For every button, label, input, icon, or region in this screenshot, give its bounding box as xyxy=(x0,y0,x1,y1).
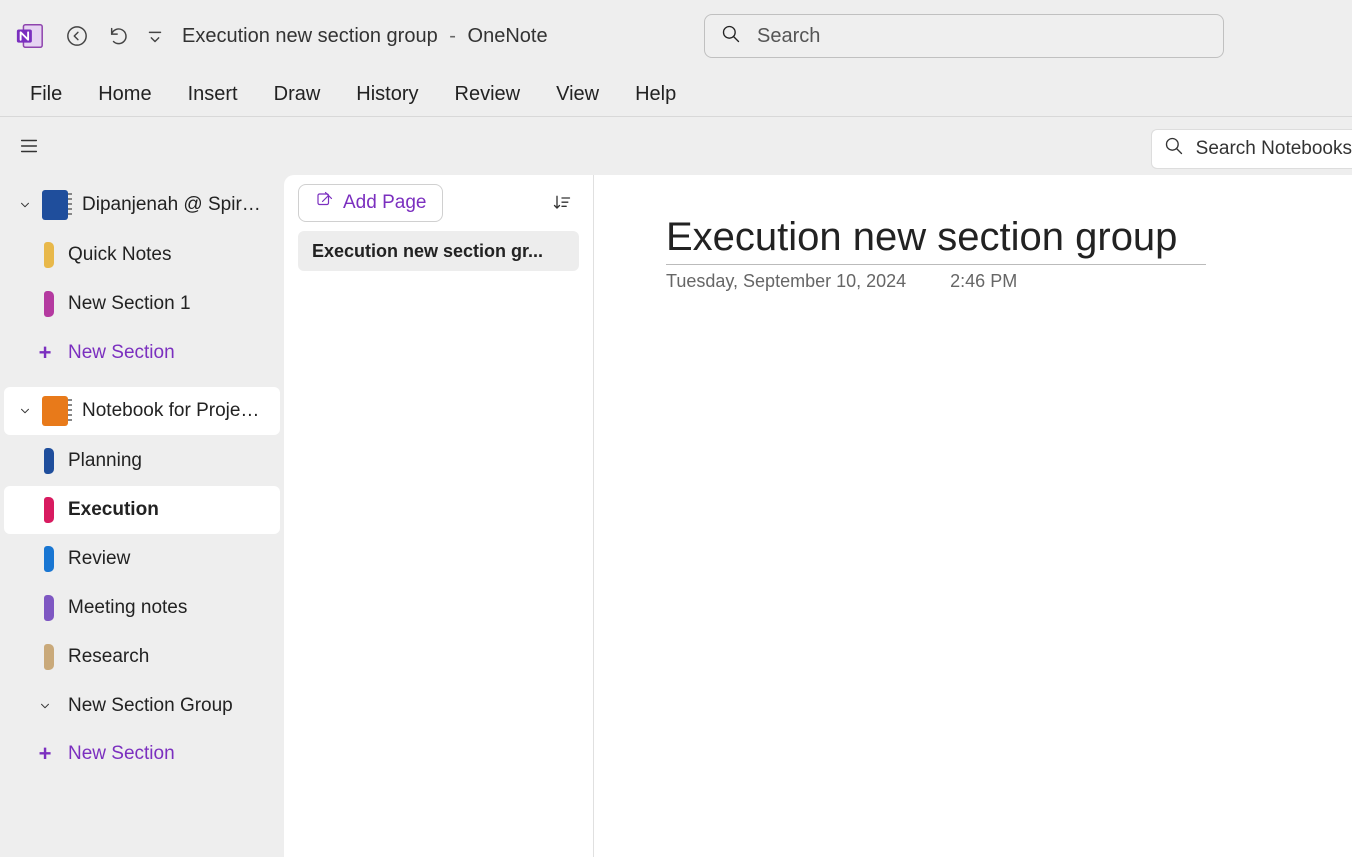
section-item-execution[interactable]: Execution xyxy=(4,486,280,534)
page-item-label: Execution new section gr... xyxy=(312,241,543,262)
sub-toolbar: Search Notebooks xyxy=(0,117,1352,175)
section-label: Planning xyxy=(68,450,142,472)
ribbon-tab-history[interactable]: History xyxy=(356,83,418,106)
ribbon-tab-review[interactable]: Review xyxy=(455,83,521,106)
title-separator: - xyxy=(449,25,456,47)
search-icon xyxy=(1164,136,1184,162)
search-icon xyxy=(721,24,741,49)
notebook-label: Notebook for Project A xyxy=(82,400,262,422)
section-label: Review xyxy=(68,548,130,570)
page-item[interactable]: Execution new section gr... xyxy=(298,231,579,271)
page-date: Tuesday, September 10, 2024 xyxy=(666,271,906,292)
page-meta: Tuesday, September 10, 2024 2:46 PM xyxy=(666,271,1352,292)
section-color-tab xyxy=(44,497,54,523)
section-label: Research xyxy=(68,646,149,668)
section-item-quick-notes[interactable]: Quick Notes xyxy=(4,231,280,279)
ribbon-tab-draw[interactable]: Draw xyxy=(274,83,321,106)
back-button[interactable] xyxy=(56,15,98,57)
navigation-toggle-button[interactable] xyxy=(8,125,50,167)
search-notebooks-button[interactable]: Search Notebooks xyxy=(1151,129,1352,169)
section-label: Meeting notes xyxy=(68,597,187,619)
chevron-down-icon[interactable] xyxy=(14,404,36,418)
plus-icon: + xyxy=(34,743,56,765)
section-color-tab xyxy=(44,546,54,572)
section-label: Execution xyxy=(68,499,159,521)
onenote-app-icon xyxy=(14,20,46,52)
compose-icon xyxy=(315,191,333,215)
section-group-label: New Section Group xyxy=(68,695,233,717)
ribbon-tab-help[interactable]: Help xyxy=(635,83,676,106)
chevron-down-icon[interactable] xyxy=(14,198,36,212)
notebook-item-project-a[interactable]: Notebook for Project A xyxy=(4,387,280,435)
section-color-tab xyxy=(44,644,54,670)
section-item-meeting-notes[interactable]: Meeting notes xyxy=(4,584,280,632)
pages-panel: Add Page Execution new section gr... xyxy=(284,175,594,857)
title-bar: Execution new section group - OneNote xyxy=(0,0,1352,72)
section-color-tab xyxy=(44,242,54,268)
section-color-tab xyxy=(44,595,54,621)
undo-button[interactable] xyxy=(98,15,140,57)
ribbon-tab-insert[interactable]: Insert xyxy=(188,83,238,106)
section-group-item[interactable]: New Section Group xyxy=(0,682,284,730)
qat-customize-dropdown[interactable] xyxy=(140,15,170,57)
new-section-button[interactable]: + New Section xyxy=(0,329,284,377)
section-item-review[interactable]: Review xyxy=(4,535,280,583)
notebook-label: Dipanjenah @ Spiral... xyxy=(82,194,262,216)
window-title: Execution new section group - OneNote xyxy=(182,25,548,48)
page-time: 2:46 PM xyxy=(950,271,1017,292)
new-section-label: New Section xyxy=(68,342,175,364)
add-page-button[interactable]: Add Page xyxy=(298,184,443,222)
section-item-new-section-1[interactable]: New Section 1 xyxy=(4,280,280,328)
pages-toolbar: Add Page xyxy=(284,175,593,231)
section-item-research[interactable]: Research xyxy=(4,633,280,681)
section-color-tab xyxy=(44,448,54,474)
search-input[interactable] xyxy=(755,24,1207,49)
search-box[interactable] xyxy=(704,14,1224,58)
page-canvas[interactable]: Execution new section group Tuesday, Sep… xyxy=(594,175,1352,857)
new-section-label: New Section xyxy=(68,743,175,765)
ribbon-tab-home[interactable]: Home xyxy=(98,83,151,106)
ribbon-tabs: File Home Insert Draw History Review Vie… xyxy=(0,72,1352,117)
add-page-label: Add Page xyxy=(343,192,426,214)
notebook-icon xyxy=(42,190,68,220)
section-color-tab xyxy=(44,291,54,317)
section-item-planning[interactable]: Planning xyxy=(4,437,280,485)
sort-pages-button[interactable] xyxy=(545,186,579,220)
search-notebooks-label: Search Notebooks xyxy=(1196,138,1352,160)
section-label: Quick Notes xyxy=(68,244,171,266)
notebook-item-dipanjenah[interactable]: Dipanjenah @ Spiral... xyxy=(4,181,280,229)
title-app: OneNote xyxy=(468,25,548,47)
chevron-down-icon[interactable] xyxy=(34,699,56,713)
ribbon-tab-file[interactable]: File xyxy=(30,83,62,106)
notebook-icon xyxy=(42,396,68,426)
main-area: Dipanjenah @ Spiral... Quick Notes New S… xyxy=(0,175,1352,857)
section-label: New Section 1 xyxy=(68,293,191,315)
ribbon-tab-view[interactable]: View xyxy=(556,83,599,106)
title-document: Execution new section group xyxy=(182,25,438,47)
new-section-button[interactable]: + New Section xyxy=(0,730,284,778)
notebook-sidebar: Dipanjenah @ Spiral... Quick Notes New S… xyxy=(0,175,284,857)
page-title[interactable]: Execution new section group xyxy=(666,215,1206,265)
plus-icon: + xyxy=(34,342,56,364)
